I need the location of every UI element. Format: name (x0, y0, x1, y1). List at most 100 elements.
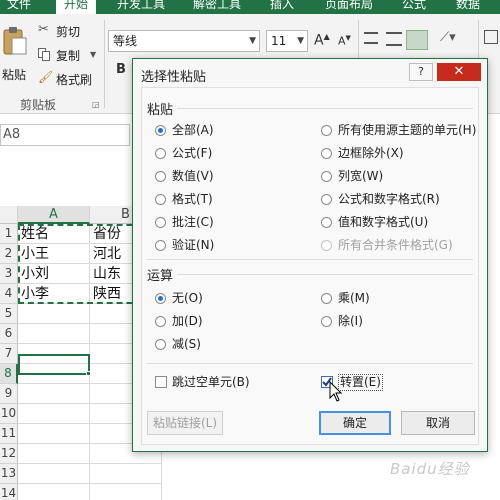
paste-section-label: 粘贴 (147, 103, 174, 118)
font-name-select[interactable]: 等线 ▼ (108, 30, 260, 52)
dialog-body (141, 87, 479, 445)
cut-button[interactable]: ✂ 剪切 (38, 22, 88, 40)
paintbrush-icon: 🖌 (38, 70, 54, 84)
cancel-button[interactable]: 取消 (401, 411, 475, 435)
row-header-8[interactable]: 8 (0, 364, 18, 384)
radio-circle (155, 293, 166, 304)
format-painter-button[interactable]: 🖌 格式刷 (38, 70, 100, 88)
scissors-icon: ✂ (38, 22, 49, 37)
paste-label: 粘贴 (2, 68, 27, 82)
gridline (18, 483, 162, 484)
row-header-10[interactable]: 10 (0, 404, 18, 424)
paste-option-label: 全部(A) (172, 123, 214, 137)
row-header-2[interactable]: 2 (0, 244, 18, 264)
paste-special-dialog: 选择性粘贴 ? ✕ 粘贴 全部(A) 公式(F) 数值(V) 格式(T) 批注(C) 验证… (132, 58, 488, 452)
clipboard-group-label: 剪贴板 (20, 98, 57, 112)
paste-option-label: 格式(T) (172, 192, 213, 206)
paste-option-label: 公式(F) (172, 146, 213, 160)
operation-option-label: 减(S) (172, 337, 201, 351)
align-bottom-icon[interactable] (406, 30, 428, 50)
watermark: Baidu经验 (390, 460, 470, 478)
row-header-3[interactable]: 3 (0, 264, 18, 284)
active-cell-a8[interactable] (18, 354, 90, 375)
format-painter-label: 格式刷 (56, 73, 93, 87)
ok-button[interactable]: 确定 (319, 411, 391, 435)
operation-option-label: 乘(M) (338, 291, 370, 305)
section-divider (177, 108, 473, 109)
paste-option-label: 值和数字格式(U) (338, 215, 429, 229)
clipboard-icon (3, 27, 27, 55)
copy-label: 复制 (56, 49, 81, 63)
radio-circle (155, 125, 166, 136)
radio-circle (155, 148, 166, 159)
paste-option-label: 所有使用源主题的单元(H) (338, 123, 477, 137)
row-header-1[interactable]: 1 (0, 224, 18, 244)
radio-circle (155, 240, 166, 251)
copy-button[interactable]: 复制 ▼ (38, 46, 100, 64)
radio-circle (321, 217, 332, 228)
row-header-9[interactable]: 9 (0, 384, 18, 404)
row-header-13[interactable]: 13 (0, 464, 18, 484)
radio-circle (321, 293, 332, 304)
section-divider (147, 259, 473, 260)
tab-page-layout[interactable]: 页面布局 (318, 0, 380, 14)
row-header-12[interactable]: 12 (0, 444, 18, 464)
tab-data[interactable]: 数据 (448, 0, 488, 14)
chevron-down-icon: ▼ (90, 50, 97, 59)
ribbon-tab-bar: 文件 开始 开发工具 解密工具 插入 页面布局 公式 数据 (0, 0, 500, 14)
tab-home[interactable]: 开始 (56, 0, 96, 14)
radio-circle (321, 171, 332, 182)
tab-file[interactable]: 文件 (0, 0, 38, 14)
tab-insert[interactable]: 插入 (262, 0, 302, 14)
fill-handle[interactable] (86, 371, 91, 376)
font-name-value: 等线 (113, 34, 138, 48)
radio-circle (321, 125, 332, 136)
name-box[interactable]: A8 (0, 124, 130, 146)
row-header-14[interactable]: 14 (0, 484, 18, 500)
tab-developer[interactable]: 开发工具 (110, 0, 172, 14)
radio-circle (155, 217, 166, 228)
decrease-font-icon[interactable]: A▼ (338, 34, 351, 48)
cut-label: 剪切 (56, 25, 81, 39)
wrap-text-icon[interactable] (484, 30, 498, 44)
operation-option-label: 除(I) (338, 314, 363, 328)
text-orientation-icon[interactable]: ⟋▾ (440, 30, 456, 45)
radio-circle (321, 316, 332, 327)
align-top-icon[interactable] (364, 32, 378, 44)
paste-button[interactable]: 粘贴 (0, 22, 30, 82)
paste-option-label: 数值(V) (172, 169, 214, 183)
section-divider (177, 274, 473, 275)
paste-option-label: 验证(N) (172, 238, 215, 252)
select-all-corner[interactable] (0, 206, 18, 224)
radio-circle (155, 339, 166, 350)
chevron-down-icon: ▼ (297, 36, 304, 46)
tab-decrypt-tools[interactable]: 解密工具 (186, 0, 248, 14)
paste-option-label: 边框除外(X) (338, 146, 404, 160)
radio-circle (155, 171, 166, 182)
paste-option-label: 公式和数字格式(R) (338, 192, 440, 206)
section-divider (147, 363, 473, 364)
row-header-5[interactable]: 5 (0, 304, 18, 324)
operation-option-label: 无(O) (172, 291, 203, 305)
bold-button[interactable]: B (116, 62, 126, 77)
align-middle-icon[interactable] (386, 32, 402, 46)
help-button[interactable]: ? (409, 63, 433, 81)
font-size-value: 11 (271, 34, 287, 48)
paste-link-button[interactable]: 粘贴链接(L) (147, 411, 223, 435)
increase-font-icon[interactable]: A▲ (314, 32, 330, 49)
copy-icon (38, 48, 50, 61)
row-header-4[interactable]: 4 (0, 284, 18, 304)
checkbox-box (155, 376, 167, 388)
close-button[interactable]: ✕ (437, 63, 481, 81)
paste-option-label: 批注(C) (172, 215, 214, 229)
operation-option-label: 加(D) (172, 314, 203, 328)
row-header-7[interactable]: 7 (0, 344, 18, 364)
row-header-6[interactable]: 6 (0, 324, 18, 344)
radio-circle (155, 194, 166, 205)
dialog-launcher-icon[interactable]: ◲ (92, 100, 100, 109)
chevron-down-icon: ▼ (249, 36, 256, 46)
font-size-select[interactable]: 11 ▼ (266, 30, 308, 52)
tab-formulas[interactable]: 公式 (394, 0, 434, 14)
column-header-a[interactable]: A (18, 206, 90, 224)
row-header-11[interactable]: 11 (0, 424, 18, 444)
